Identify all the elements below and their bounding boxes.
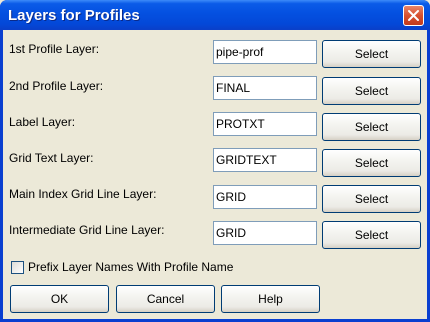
select-button-intermediate-grid-line-layer[interactable]: Select bbox=[322, 221, 421, 249]
select-button-2nd-profile-layer[interactable]: Select bbox=[322, 77, 421, 105]
label-2nd-profile-layer: 2nd Profile Layer: bbox=[9, 79, 104, 93]
label-label-layer: Label Layer: bbox=[9, 115, 76, 129]
ok-button[interactable]: OK bbox=[10, 285, 109, 313]
select-button-grid-text-layer[interactable]: Select bbox=[322, 149, 421, 177]
cancel-button[interactable]: Cancel bbox=[116, 285, 215, 313]
prefix-layer-names-label[interactable]: Prefix Layer Names With Profile Name bbox=[28, 259, 233, 275]
label-main-index-grid-line-layer: Main Index Grid Line Layer: bbox=[9, 187, 157, 201]
label-grid-text-layer: Grid Text Layer: bbox=[9, 151, 94, 165]
prefix-layer-names-checkbox[interactable] bbox=[11, 261, 24, 274]
dialog-client: 1st Profile Layer: pipe-prof Select 2nd … bbox=[3, 30, 427, 319]
select-button-label-layer[interactable]: Select bbox=[322, 113, 421, 141]
input-2nd-profile-layer[interactable]: FINAL bbox=[213, 76, 317, 100]
title-bar[interactable]: Layers for Profiles bbox=[0, 0, 430, 30]
input-grid-text-layer[interactable]: GRIDTEXT bbox=[213, 148, 317, 172]
select-button-1st-profile-layer[interactable]: Select bbox=[322, 40, 421, 68]
label-1st-profile-layer: 1st Profile Layer: bbox=[9, 42, 100, 56]
dialog-window: Layers for Profiles 1st Profile Layer: p… bbox=[0, 0, 430, 322]
input-label-layer[interactable]: PROTXT bbox=[213, 112, 317, 136]
input-1st-profile-layer[interactable]: pipe-prof bbox=[213, 40, 317, 64]
close-button[interactable] bbox=[403, 5, 424, 26]
close-icon bbox=[408, 10, 419, 21]
help-button[interactable]: Help bbox=[221, 285, 320, 313]
window-title: Layers for Profiles bbox=[8, 7, 140, 24]
select-button-main-index-grid-line-layer[interactable]: Select bbox=[322, 185, 421, 213]
label-intermediate-grid-line-layer: Intermediate Grid Line Layer: bbox=[9, 223, 165, 237]
input-intermediate-grid-line-layer[interactable]: GRID bbox=[213, 221, 317, 245]
input-main-index-grid-line-layer[interactable]: GRID bbox=[213, 185, 317, 209]
